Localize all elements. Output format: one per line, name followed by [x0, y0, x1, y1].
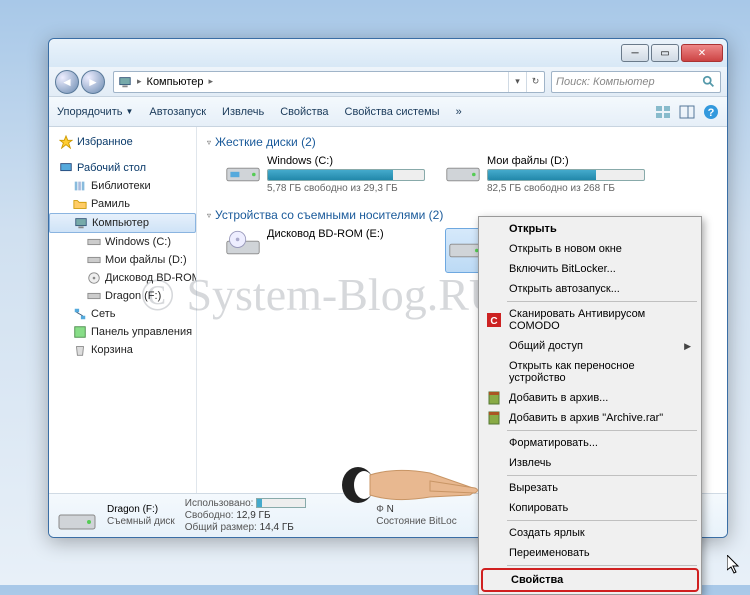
svg-text:?: ?: [708, 107, 715, 119]
rar-icon: [487, 411, 501, 425]
sidebar-favorites[interactable]: Избранное: [49, 133, 196, 151]
preview-pane-icon[interactable]: [679, 104, 695, 120]
disc-icon: [87, 271, 101, 285]
addr-dropdown-icon[interactable]: ▾: [508, 72, 526, 92]
network-icon: [73, 307, 87, 321]
folder-icon: [73, 197, 87, 211]
sidebar-item-user[interactable]: Рамиль: [49, 195, 196, 213]
search-icon: [702, 75, 716, 89]
ctx-scan[interactable]: CСканировать Антивирусом COMODO: [481, 304, 699, 336]
sidebar-item-recycle[interactable]: Корзина: [49, 341, 196, 359]
view-icon[interactable]: [655, 104, 671, 120]
computer-icon: [118, 75, 132, 89]
breadcrumb-location: Компьютер: [147, 76, 204, 88]
category-hdd[interactable]: ▿Жесткие диски (2): [207, 135, 717, 149]
sidebar-item-drive-d[interactable]: Мои файлы (D:): [49, 251, 196, 269]
drive-icon: [87, 235, 101, 249]
status-drive-type: Съемный диск: [107, 516, 175, 527]
sidebar-item-drive-bd[interactable]: Дисковод BD-ROM (E: [49, 269, 196, 287]
ctx-open[interactable]: Открыть: [481, 219, 699, 239]
properties-button[interactable]: Свойства: [280, 106, 328, 118]
ctx-add-archive[interactable]: Добавить в архив...: [481, 388, 699, 408]
toolbar: Упорядочить▼ Автозапуск Извлечь Свойства…: [49, 97, 727, 127]
toolbar-more[interactable]: »: [456, 106, 462, 118]
computer-icon: [74, 216, 88, 230]
address-row: ◄ ► ▸ Компьютер ▸ ▾ ↻ Поиск: Компьютер: [49, 67, 727, 97]
libraries-icon: [73, 179, 87, 193]
hdd-icon: [445, 155, 481, 185]
control-panel-icon: [73, 325, 87, 339]
close-button[interactable]: ✕: [681, 44, 723, 62]
sidebar-item-computer[interactable]: Компьютер: [49, 213, 196, 233]
desktop-icon: [59, 161, 73, 175]
optical-drive-icon: [225, 228, 261, 258]
minimize-button[interactable]: ─: [621, 44, 649, 62]
organize-menu[interactable]: Упорядочить▼: [57, 106, 133, 118]
nav-forward-button[interactable]: ►: [81, 70, 105, 94]
ctx-open-new[interactable]: Открыть в новом окне: [481, 239, 699, 259]
maximize-button[interactable]: ▭: [651, 44, 679, 62]
comodo-icon: C: [487, 313, 501, 327]
navigation-sidebar: Избранное Рабочий стол Библиотеки Рамиль…: [49, 127, 197, 493]
cursor-icon: [727, 555, 741, 575]
help-icon[interactable]: ?: [703, 104, 719, 120]
sidebar-item-drive-c[interactable]: Windows (C:): [49, 233, 196, 251]
ctx-format[interactable]: Форматировать...: [481, 433, 699, 453]
drive-icon: [87, 253, 101, 267]
drive-icon: [87, 289, 101, 303]
star-icon: [59, 135, 73, 149]
ctx-copy[interactable]: Копировать: [481, 498, 699, 518]
drive-bd[interactable]: Дисковод BD-ROM (E:): [225, 228, 425, 273]
rar-icon: [487, 391, 501, 405]
sidebar-desktop[interactable]: Рабочий стол: [49, 159, 196, 177]
svg-text:C: C: [490, 316, 497, 327]
status-drive-name: Dragon (F:): [107, 504, 175, 515]
address-bar[interactable]: ▸ Компьютер ▸ ▾ ↻: [113, 71, 545, 93]
titlebar: ─ ▭ ✕: [49, 39, 727, 67]
refresh-icon[interactable]: ↻: [526, 72, 544, 92]
eject-button[interactable]: Извлечь: [222, 106, 264, 118]
sidebar-item-network[interactable]: Сеть: [49, 305, 196, 323]
drive-c[interactable]: Windows (C:) 5,78 ГБ свободно из 29,3 ГБ: [225, 155, 425, 194]
sidebar-item-control[interactable]: Панель управления: [49, 323, 196, 341]
removable-drive-icon: [57, 499, 97, 533]
sidebar-item-libraries[interactable]: Библиотеки: [49, 177, 196, 195]
ctx-eject[interactable]: Извлечь: [481, 453, 699, 473]
recycle-icon: [73, 343, 87, 357]
ctx-rename[interactable]: Переименовать: [481, 543, 699, 563]
ctx-properties[interactable]: Свойства: [481, 568, 699, 592]
sys-properties-button[interactable]: Свойства системы: [345, 106, 440, 118]
ctx-cut[interactable]: Вырезать: [481, 478, 699, 498]
ctx-shortcut[interactable]: Создать ярлык: [481, 523, 699, 543]
ctx-portable[interactable]: Открыть как переносное устройство: [481, 356, 699, 388]
context-menu: Открыть Открыть в новом окне Включить Bi…: [478, 216, 702, 595]
ctx-share[interactable]: Общий доступ▶: [481, 336, 699, 356]
search-input[interactable]: Поиск: Компьютер: [551, 71, 721, 93]
autoplay-button[interactable]: Автозапуск: [149, 106, 206, 118]
drive-d[interactable]: Мои файлы (D:) 82,5 ГБ свободно из 268 Г…: [445, 155, 645, 194]
ctx-bitlocker[interactable]: Включить BitLocker...: [481, 259, 699, 279]
nav-back-button[interactable]: ◄: [55, 70, 79, 94]
ctx-add-archive-name[interactable]: Добавить в архив "Archive.rar": [481, 408, 699, 428]
hdd-icon: [225, 155, 261, 185]
sidebar-item-drive-f[interactable]: Dragon (F:): [49, 287, 196, 305]
ctx-autoplay[interactable]: Открыть автозапуск...: [481, 279, 699, 299]
